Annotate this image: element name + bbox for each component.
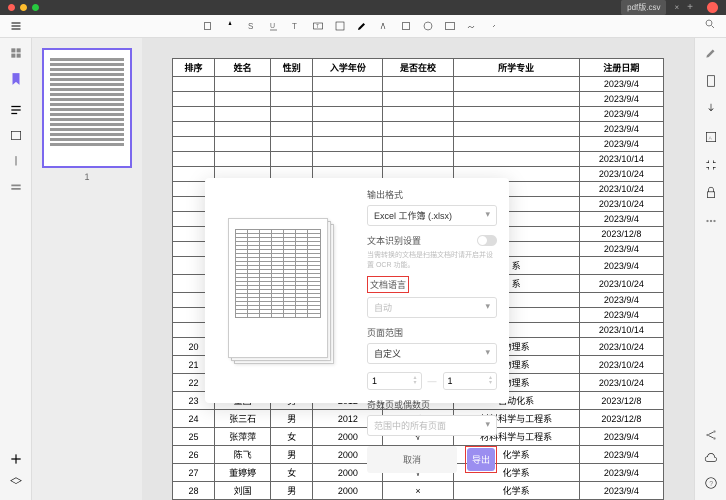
menu-icon[interactable] xyxy=(10,20,22,32)
thumbnail-page-number: 1 xyxy=(42,172,132,182)
outline-icon[interactable] xyxy=(9,103,23,117)
output-format-select[interactable]: Excel 工作簿 (.xlsx) xyxy=(367,205,497,226)
table-header: 所学专业 xyxy=(453,59,579,77)
range-from-input[interactable]: 1▴▾ xyxy=(367,372,422,390)
toolbar: S U T T xyxy=(0,15,726,38)
export-preview xyxy=(228,218,333,363)
link-icon[interactable] xyxy=(488,20,500,32)
compress-icon[interactable] xyxy=(704,158,718,172)
range-to-input[interactable]: 1▴▾ xyxy=(443,372,498,390)
table-header: 性别 xyxy=(271,59,313,77)
highlight-icon[interactable] xyxy=(224,20,236,32)
shape-icon[interactable] xyxy=(400,20,412,32)
copy-icon[interactable] xyxy=(202,20,214,32)
help-icon[interactable]: ? xyxy=(704,476,718,490)
page-icon[interactable] xyxy=(704,74,718,88)
window-maximize[interactable] xyxy=(32,4,39,11)
underline-icon[interactable]: U xyxy=(268,20,280,32)
page-range-select[interactable]: 自定义 xyxy=(367,343,497,364)
thumbnail-panel: 1 xyxy=(32,38,142,500)
export-icon[interactable] xyxy=(704,102,718,116)
image-icon[interactable] xyxy=(444,20,456,32)
svg-text:S: S xyxy=(248,22,253,31)
page-thumbnail[interactable] xyxy=(42,48,132,168)
textbox-icon[interactable]: T xyxy=(312,20,324,32)
tab-close-icon[interactable]: × xyxy=(674,3,679,12)
pen-icon[interactable] xyxy=(356,20,368,32)
table-row[interactable]: 2023/9/4 xyxy=(173,92,664,107)
page-range-label: 页面范围 xyxy=(367,326,497,339)
layers-icon[interactable] xyxy=(9,476,23,490)
signature-icon[interactable] xyxy=(466,20,478,32)
table-row[interactable]: 2023/9/4 xyxy=(173,107,664,122)
search-icon[interactable] xyxy=(704,18,716,30)
ocr-toggle[interactable] xyxy=(477,235,497,246)
marker-icon[interactable] xyxy=(378,20,390,32)
table-row[interactable]: 2023/10/14 xyxy=(173,152,664,167)
svg-text:A: A xyxy=(708,135,712,140)
attachment-icon[interactable] xyxy=(9,155,23,169)
bookmark-icon[interactable] xyxy=(9,72,23,86)
window-close[interactable] xyxy=(8,4,15,11)
odd-even-label: 奇数页或偶数页 xyxy=(367,398,497,411)
table-header: 排序 xyxy=(173,59,215,77)
strikethrough-icon[interactable]: S xyxy=(246,20,258,32)
titlebar: pdf版.csv × + xyxy=(0,0,726,15)
text-icon[interactable]: T xyxy=(290,20,302,32)
svg-text:U: U xyxy=(270,23,275,30)
table-header: 注册日期 xyxy=(579,59,663,77)
edit-icon[interactable] xyxy=(704,46,718,60)
document-tab[interactable]: pdf版.csv xyxy=(621,0,666,15)
doc-language-select[interactable]: 自动 xyxy=(367,297,497,318)
export-button[interactable]: 导出 xyxy=(467,448,495,471)
export-dialog: 输出格式 Excel 工作簿 (.xlsx) 文本识别设置 当需转换的文档是扫描… xyxy=(205,178,509,403)
doc-language-label: 文档语言 xyxy=(367,276,409,293)
annotation-icon[interactable] xyxy=(9,129,23,143)
thumbnails-icon[interactable] xyxy=(9,46,23,60)
table-row[interactable]: 28刘国男2000×化学系2023/9/4 xyxy=(173,482,664,500)
table-header: 姓名 xyxy=(215,59,271,77)
tab-new-icon[interactable]: + xyxy=(687,2,693,13)
svg-text:T: T xyxy=(292,22,297,31)
range-separator: — xyxy=(428,376,437,386)
right-sidebar: A ? xyxy=(694,38,726,500)
table-header: 入学年份 xyxy=(313,59,383,77)
ocr-hint: 当需转换的文档是扫描文档时请开启并设置 OCR 功能。 xyxy=(367,250,497,270)
cloud-icon[interactable] xyxy=(704,452,718,466)
note-icon[interactable] xyxy=(334,20,346,32)
ocr-label: 文本识别设置 xyxy=(367,234,421,247)
table-row[interactable]: 2023/9/4 xyxy=(173,137,664,152)
table-row[interactable]: 2023/9/4 xyxy=(173,77,664,92)
svg-text:T: T xyxy=(316,24,319,30)
cancel-button[interactable]: 取消 xyxy=(367,446,457,473)
form-icon[interactable] xyxy=(9,181,23,195)
table-row[interactable]: 2023/9/4 xyxy=(173,122,664,137)
app-close-button[interactable] xyxy=(707,2,718,13)
more-icon[interactable] xyxy=(704,214,718,228)
output-format-label: 输出格式 xyxy=(367,188,497,201)
svg-text:?: ? xyxy=(709,481,713,488)
security-icon[interactable] xyxy=(704,186,718,200)
add-icon[interactable] xyxy=(9,452,23,466)
table-header: 是否在校 xyxy=(383,59,453,77)
stamp-icon[interactable] xyxy=(422,20,434,32)
left-sidebar xyxy=(0,38,32,500)
odd-even-select[interactable]: 范围中的所有页面 xyxy=(367,415,497,436)
ocr-icon[interactable]: A xyxy=(704,130,718,144)
window-minimize[interactable] xyxy=(20,4,27,11)
share-icon[interactable] xyxy=(704,428,718,442)
